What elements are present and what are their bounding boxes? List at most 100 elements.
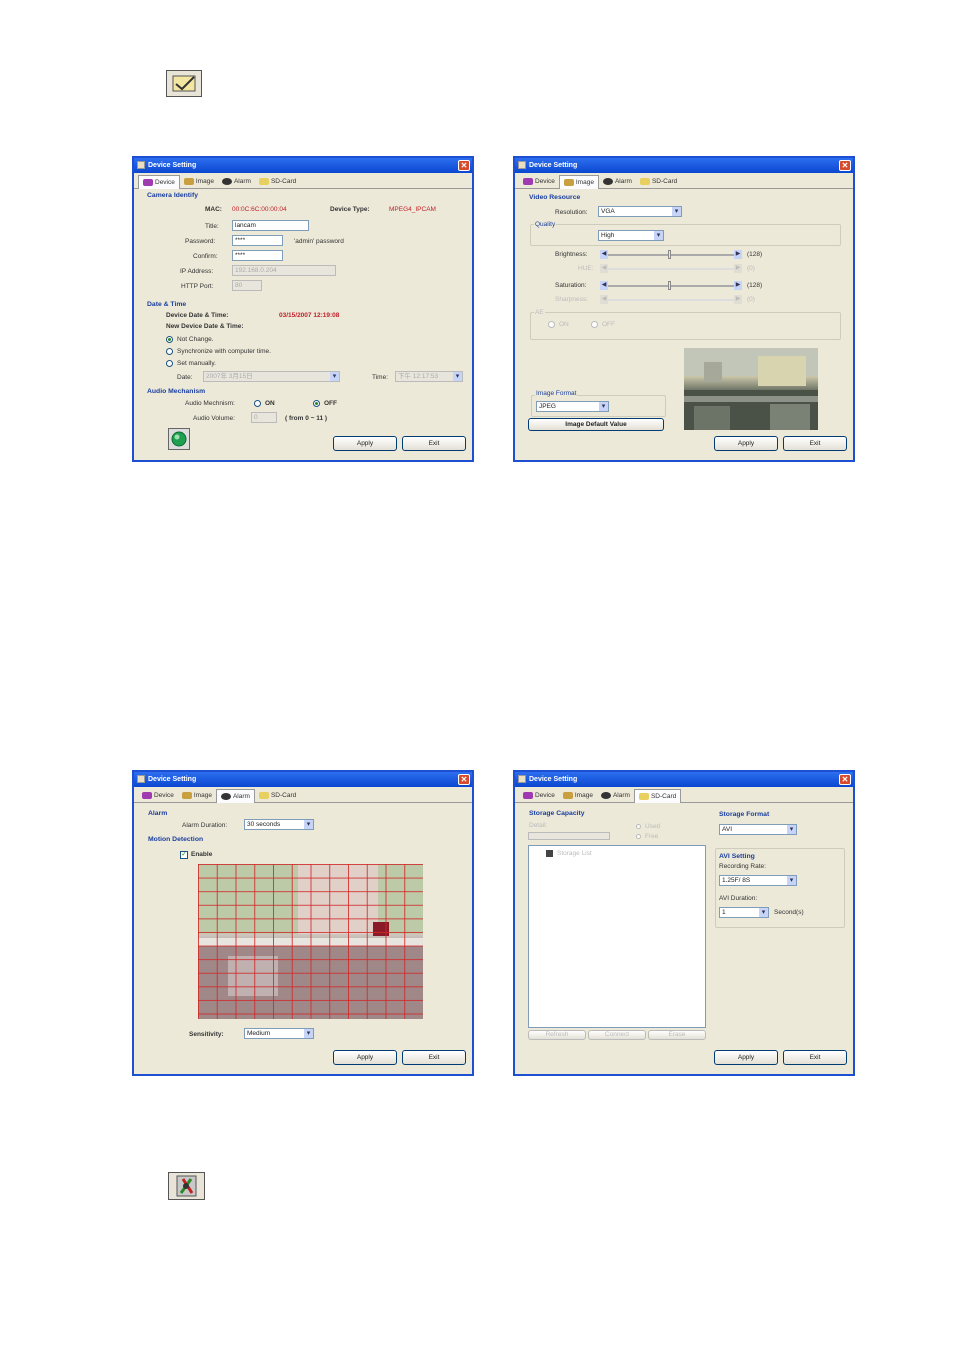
- section-camera-identify: Camera Identify: [147, 192, 198, 199]
- radio-audio-on[interactable]: [254, 400, 261, 407]
- saturation-slider[interactable]: ◀ ▶: [600, 281, 742, 290]
- device-setting-window-device: Device Setting ✕ Device Image Alarm SD-Ca…: [132, 156, 474, 462]
- password-input[interactable]: ****: [232, 235, 283, 246]
- resolution-select[interactable]: VGA: [598, 206, 682, 217]
- close-button[interactable]: ✕: [458, 774, 470, 785]
- enable-checkbox[interactable]: ✓: [180, 851, 188, 859]
- hue-slider[interactable]: ◀ ▶: [600, 264, 742, 273]
- tab-alarm[interactable]: Alarm: [599, 175, 636, 188]
- erase-button[interactable]: Erase: [648, 1030, 706, 1040]
- tab-sd-card[interactable]: SD-Card: [255, 175, 300, 188]
- tab-image[interactable]: Image: [559, 789, 597, 802]
- avi-duration-label: AVI Duration:: [719, 895, 758, 902]
- motion-detection-area[interactable]: [198, 864, 423, 1019]
- radio-ae-on[interactable]: [548, 321, 555, 328]
- camera-icon: [523, 792, 533, 799]
- synchronize-label: Synchronize with computer time.: [177, 348, 271, 355]
- tab-alarm[interactable]: Alarm: [215, 789, 255, 803]
- sensitivity-select[interactable]: Medium: [244, 1028, 314, 1039]
- password-label: Password:: [185, 238, 216, 245]
- close-button[interactable]: ✕: [458, 160, 470, 171]
- image-icon: [183, 178, 194, 185]
- sharpness-value: (0): [747, 296, 755, 303]
- radio-synchronize[interactable]: [166, 348, 173, 355]
- tab-device[interactable]: Device: [519, 175, 559, 188]
- tab-bar: Device Image Alarm SD-Card: [134, 175, 472, 189]
- recording-rate-select[interactable]: 1.25F/ 8S: [719, 875, 797, 886]
- avi-duration-unit: Second(s): [774, 909, 804, 916]
- tab-alarm[interactable]: Alarm: [597, 789, 634, 802]
- audio-volume-input[interactable]: 0: [251, 412, 277, 423]
- alarm-icon: [602, 178, 613, 185]
- time-picker[interactable]: 下午 12:17:53: [395, 371, 463, 382]
- image-format-select[interactable]: JPEG: [536, 401, 609, 412]
- storage-list-item[interactable]: Storage List: [557, 850, 592, 857]
- http-port-label: HTTP Port:: [181, 283, 214, 290]
- recording-rate-label: Recording Rate:: [719, 863, 766, 870]
- title-input[interactable]: lancam: [232, 220, 309, 231]
- radio-not-change[interactable]: [166, 336, 173, 343]
- storage-tree[interactable]: Storage List: [528, 845, 706, 1028]
- radio-set-manually[interactable]: [166, 360, 173, 367]
- close-button[interactable]: ✕: [839, 774, 851, 785]
- device-setting-window-sd-card: Device Setting ✕ Device Image Alarm SD-Ca…: [513, 770, 855, 1076]
- date-label: Date:: [177, 374, 193, 381]
- connect-button[interactable]: Connect: [588, 1030, 646, 1040]
- section-avi-setting: AVI Setting: [719, 853, 755, 860]
- quality-label: Quality: [534, 221, 557, 228]
- apply-button[interactable]: Apply: [714, 436, 778, 451]
- globe-icon[interactable]: [168, 428, 190, 450]
- enable-label: Enable: [191, 851, 213, 858]
- apply-button[interactable]: Apply: [333, 436, 397, 451]
- http-port-input[interactable]: 80: [232, 280, 262, 291]
- audio-volume-label: Audio Volume:: [193, 415, 235, 422]
- exit-button[interactable]: Exit: [402, 1050, 466, 1065]
- quality-select[interactable]: High: [598, 230, 664, 241]
- exit-button[interactable]: Exit: [783, 1050, 847, 1065]
- apply-button[interactable]: Apply: [333, 1050, 397, 1065]
- brightness-slider[interactable]: ◀ ▶: [600, 250, 742, 259]
- app-icon: [137, 775, 145, 783]
- section-motion-detection: Motion Detection: [148, 836, 204, 843]
- tab-device[interactable]: Device: [138, 175, 180, 189]
- tab-device[interactable]: Device: [138, 789, 178, 802]
- ae-label: AE: [534, 309, 545, 316]
- tab-alarm[interactable]: Alarm: [218, 175, 255, 188]
- radio-ae-off[interactable]: [591, 321, 598, 328]
- image-default-button[interactable]: Image Default Value: [528, 418, 664, 431]
- confirm-input[interactable]: ****: [232, 250, 283, 261]
- brightness-label: Brightness:: [555, 251, 588, 258]
- time-label: Time:: [372, 374, 389, 381]
- device-setting-toolbar-icon[interactable]: [166, 70, 202, 97]
- section-date-time: Date & Time: [147, 301, 187, 308]
- sd-card-icon: [258, 792, 269, 799]
- tools-toolbar-icon[interactable]: [168, 1172, 205, 1200]
- tab-sd-card[interactable]: SD-Card: [255, 789, 300, 802]
- ae-on-label: ON: [559, 321, 569, 328]
- radio-audio-off[interactable]: [313, 400, 320, 407]
- date-picker[interactable]: 2007年 3月15日: [203, 371, 340, 382]
- tab-image[interactable]: Image: [180, 175, 218, 188]
- tab-sd-card[interactable]: SD-Card: [636, 175, 681, 188]
- close-button[interactable]: ✕: [839, 160, 851, 171]
- storage-format-select[interactable]: AVI: [719, 824, 797, 835]
- quality-group: [530, 224, 841, 246]
- ip-address-input[interactable]: 192.168.0.204: [232, 265, 336, 276]
- camera-icon: [142, 792, 152, 799]
- tab-bar: Device Image Alarm SD-Card: [134, 789, 472, 803]
- sharpness-slider[interactable]: ◀ ▶: [600, 295, 742, 304]
- image-icon: [563, 179, 574, 186]
- tab-image[interactable]: Image: [178, 789, 216, 802]
- exit-button[interactable]: Exit: [402, 436, 466, 451]
- avi-duration-select[interactable]: 1: [719, 907, 769, 918]
- image-panel: Video Resource Resolution: VGA Quality H…: [518, 189, 850, 456]
- tab-device[interactable]: Device: [519, 789, 559, 802]
- exit-button[interactable]: Exit: [783, 436, 847, 451]
- refresh-button[interactable]: Refresh: [528, 1030, 586, 1040]
- tab-image[interactable]: Image: [558, 175, 599, 189]
- audio-off-label: OFF: [324, 400, 337, 407]
- title-bar: Device Setting ✕: [515, 772, 853, 787]
- apply-button[interactable]: Apply: [714, 1050, 778, 1065]
- tab-sd-card[interactable]: SD-Card: [633, 789, 682, 803]
- alarm-duration-select[interactable]: 30 seconds: [244, 819, 314, 830]
